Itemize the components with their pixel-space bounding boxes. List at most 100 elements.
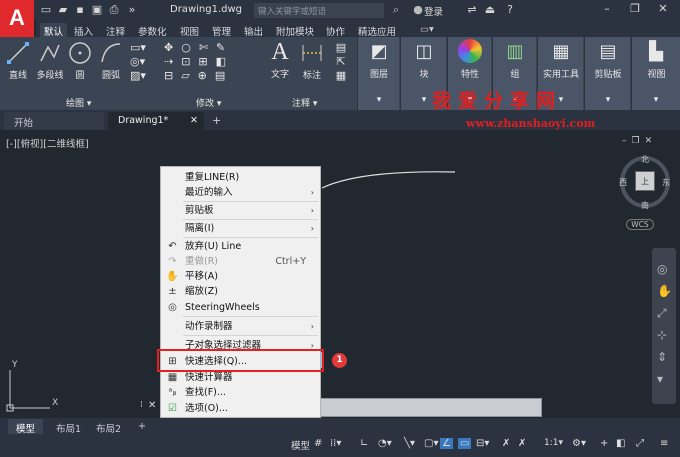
menu-recent-input[interactable]: 最近的输入 › (161, 185, 320, 200)
menu-find[interactable]: ᵃᵦ 查找(F)... (161, 385, 320, 400)
clipboard-dropdown-icon[interactable]: ▾ (603, 95, 613, 105)
isolate-icon[interactable]: ◧ (616, 438, 625, 449)
file-tab-drawing1[interactable]: Drawing1* ✕ (108, 112, 204, 130)
annotation-small-tools[interactable]: ▤ ⇱ ▦ (330, 41, 352, 83)
modify-panel-label[interactable]: 修改 ▾ (196, 96, 221, 109)
arc-label: 圆弧 (101, 71, 120, 81)
user-icon[interactable]: ● (412, 4, 424, 16)
annotation-panel-label[interactable]: 注释 ▾ (292, 96, 317, 109)
app-logo[interactable]: A (0, 0, 34, 40)
open-folder-icon[interactable]: ▰ (57, 4, 69, 16)
save-icon[interactable]: ▪ (74, 4, 86, 16)
layers-icon: ◩ (370, 41, 388, 62)
ribbon-options-icon[interactable]: ▭▾ (416, 23, 438, 36)
login-button[interactable]: 登录 (424, 4, 443, 18)
scale-dropdown[interactable]: 1:1▾ (544, 438, 563, 448)
compass-north[interactable]: 北 (641, 154, 649, 165)
lineweight-icon[interactable]: ∠ (440, 438, 453, 449)
layout-tabs: 模型 布局1 布局2 + (0, 418, 680, 435)
fullscreen-icon[interactable]: ⤢ (636, 438, 644, 449)
grid-icon[interactable]: # (314, 438, 322, 449)
polyline-icon (40, 44, 60, 62)
annotation-scale-icon[interactable]: ✗ (502, 438, 510, 449)
text-label: 文字 (270, 70, 289, 80)
dimension-tool[interactable]: 标注 (298, 41, 326, 81)
annotation-visibility-icon[interactable]: ✗ (518, 438, 526, 449)
compass-east[interactable]: 东 (662, 177, 670, 188)
menu-repeat-line[interactable]: 重复LINE(R) (161, 170, 320, 185)
layers-dropdown-icon[interactable]: ▾ (374, 95, 384, 105)
isodraft-icon[interactable]: ╲▾ (404, 438, 415, 449)
status-bar: 模型 # ⁞⁞▾ ∟ ◔▾ ╲▾ ▢▾ ∠ ▭ ⊟▾ ✗ ✗ 1:1▾ ⚙▾ +… (0, 434, 680, 457)
compass-west[interactable]: 西 (619, 177, 627, 188)
close-tab-icon[interactable]: ✕ (190, 115, 198, 126)
dimension-label: 标注 (302, 71, 321, 81)
close-icon[interactable]: ✕ (654, 2, 672, 18)
arc-tool[interactable]: 圆弧 (96, 41, 126, 81)
layout-tab-model[interactable]: 模型 (8, 419, 44, 435)
plus-icon[interactable]: + (600, 438, 608, 449)
search-icon[interactable]: ⌕ (390, 4, 402, 16)
customize-menu-icon[interactable]: ≡ (660, 438, 668, 449)
modify-tools[interactable]: ✥○✄✎ ⇢⊡⊞◧ ⊟▱⊕▤ (164, 41, 260, 83)
layout-tab-layout1[interactable]: 布局1 (48, 419, 89, 435)
ortho-icon[interactable]: ∟ (360, 438, 368, 449)
transparency-icon[interactable]: ▭ (458, 438, 472, 449)
properties-icon (458, 39, 482, 63)
new-file-icon[interactable]: ▭ (40, 4, 52, 16)
more-icon[interactable]: » (126, 4, 138, 16)
layout-tab-layout2[interactable]: 布局2 (88, 419, 129, 435)
print-icon[interactable]: ⎙ (108, 4, 120, 16)
block-dropdown-icon[interactable]: ▾ (419, 95, 429, 105)
nav-tools[interactable]: ◎ ✋ ⤢ ⊹ ⇕ ▾ (657, 258, 672, 390)
calculator-icon: ▦ (167, 372, 178, 383)
menu-separator (183, 237, 318, 238)
menu-isolate[interactable]: 隔离(I) › (161, 221, 320, 236)
clipboard-block[interactable]: ▤ 剪贴板 ▾ (584, 37, 630, 110)
view-dropdown-icon[interactable]: ▾ (651, 95, 661, 105)
polar-icon[interactable]: ◔▾ (378, 438, 392, 449)
new-tab-icon[interactable]: + (212, 114, 221, 127)
snap-icon[interactable]: ⁞⁞▾ (330, 438, 341, 449)
menu-steeringwheels[interactable]: ◎ SteeringWheels (161, 300, 320, 315)
cart-icon[interactable]: ⇌ (466, 4, 478, 16)
draw-panel-label[interactable]: 绘图 ▾ (66, 96, 91, 109)
circle-tool[interactable]: 圆 (66, 41, 94, 81)
compass-south[interactable]: 南 (641, 200, 649, 211)
polyline-tool[interactable]: 多段线 (34, 41, 66, 81)
layers-block[interactable]: ◩ 图层 ▾ (357, 37, 399, 110)
workspace-gear-icon[interactable]: ⚙▾ (572, 438, 586, 449)
line-tool[interactable]: 直线 (4, 41, 32, 81)
menu-zoom[interactable]: ± 缩放(Z) (161, 284, 320, 299)
menu-pan[interactable]: ✋ 平移(A) (161, 269, 320, 284)
minimize-icon[interactable]: – (598, 2, 616, 18)
menu-action-recorder[interactable]: 动作录制器 › (161, 319, 320, 334)
drawing-canvas[interactable] (0, 130, 680, 418)
wcs-menu[interactable]: WCS (626, 219, 654, 230)
selection-cycling-icon[interactable]: ⊟▾ (476, 438, 489, 449)
search-input[interactable]: 键入关键字或短语 (254, 3, 384, 18)
help-icon[interactable]: ? (504, 4, 516, 16)
save-as-icon[interactable]: ▣ (91, 4, 103, 16)
osnap-icon[interactable]: ▢▾ (424, 438, 438, 449)
viewcube[interactable]: 上 (635, 171, 655, 191)
restore-icon[interactable]: ❐ (626, 2, 644, 18)
block-label: 块 (419, 70, 429, 80)
account-icon[interactable]: ⏏ (484, 4, 496, 16)
file-tab-start[interactable]: 开始 (4, 112, 104, 130)
model-space-button[interactable]: 模型 (291, 438, 310, 452)
text-tool[interactable]: A 文字 (266, 37, 294, 80)
menu-undo[interactable]: ↶ 放弃(U) Line (161, 239, 320, 254)
menu-clipboard[interactable]: 剪贴板 › (161, 203, 320, 218)
draw-small-tools[interactable]: ▭▾ ◎▾ ▨▾ (130, 41, 160, 83)
menu-separator (183, 316, 318, 317)
command-grip-icon[interactable]: ⁞ (140, 400, 143, 410)
add-layout-icon[interactable]: + (130, 419, 154, 434)
menu-options[interactable]: ☑ 选项(O)... (161, 401, 320, 416)
menu-quick-calc[interactable]: ▦ 快速计算器 (161, 370, 320, 385)
line-label: 直线 (8, 71, 27, 81)
menu-redo[interactable]: ↷ 重做(R) Ctrl+Y (161, 254, 320, 269)
view-block[interactable]: ▙ 视图 ▾ (631, 37, 680, 110)
calculator-icon: ▦ (552, 41, 570, 62)
command-close-icon[interactable]: ✕ (148, 400, 156, 411)
